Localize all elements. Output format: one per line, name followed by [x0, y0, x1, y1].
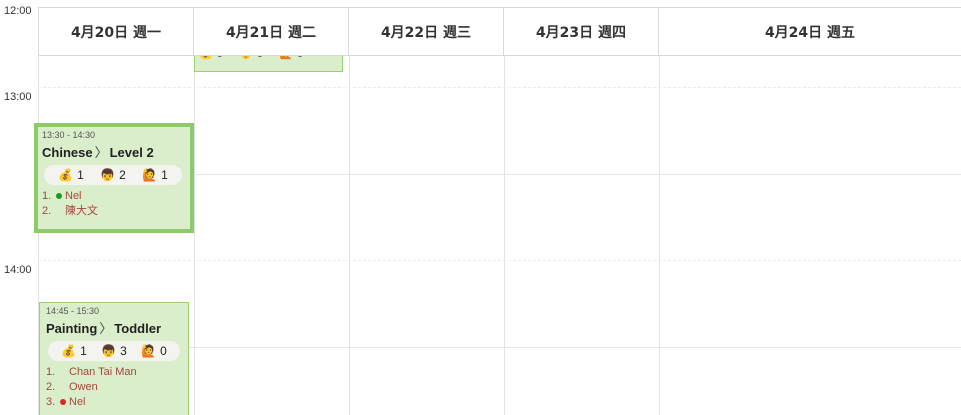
money-icon: 💰	[61, 344, 77, 358]
event-course: Painting	[46, 321, 98, 336]
event-counters: 💰 1 👦 2 🙋 1	[44, 165, 182, 185]
count-kids: 2	[119, 168, 126, 182]
count-hands: 0	[160, 344, 167, 358]
event-level: Toddler	[114, 321, 161, 336]
event-title: Painting 〉 Toddler	[46, 318, 188, 337]
day-header-tue[interactable]: 4月21日 週二	[194, 8, 349, 56]
day-header-wed[interactable]: 4月22日 週三	[349, 8, 504, 56]
attendee-name: Nel	[65, 190, 82, 202]
event-card-partial[interactable]: 💰 0 👦 0 🙋 0	[194, 56, 343, 72]
event-counters: 💰 1 👦 3 🙋 0	[48, 341, 180, 361]
attendee-name: Nel	[69, 396, 86, 408]
raised-hand-icon: 🙋	[141, 344, 157, 358]
attendee-name: Chan Tai Man	[69, 366, 137, 378]
status-dot-green	[56, 193, 62, 200]
time-gutter: 12:00 13:00 14:00	[0, 0, 38, 415]
day-header-mon[interactable]: 4月20日 週一	[38, 8, 194, 56]
count-kids: 3	[120, 344, 127, 358]
attendee-row[interactable]: 1. Nel	[42, 189, 190, 204]
event-level: Level 2	[109, 145, 154, 160]
count-money: 1	[80, 344, 87, 358]
day-header-thu[interactable]: 4月23日 週四	[504, 8, 659, 56]
event-card-painting[interactable]: 14:45 - 15:30 Painting 〉 Toddler 💰 1 👦 3 🙋 0 …	[39, 302, 189, 415]
event-time: 14:45 - 15:30	[46, 306, 100, 316]
attendee-row[interactable]: 3. Nel	[46, 395, 188, 410]
time-label-12: 12:00	[4, 5, 32, 17]
attendee-row[interactable]: 2. 陳大文	[42, 204, 190, 219]
event-separator: 〉	[99, 321, 113, 336]
raised-hand-icon: 🙋	[279, 56, 293, 60]
partial-count-money: 0	[216, 56, 223, 60]
attendee-row[interactable]: 1. Chan Tai Man	[46, 365, 188, 380]
money-icon: 💰	[199, 56, 213, 60]
event-title: Chinese 〉 Level 2	[42, 142, 190, 161]
event-course: Chinese	[42, 145, 93, 160]
attendee-name: Owen	[69, 381, 98, 393]
kid-icon: 👦	[101, 344, 117, 358]
event-separator: 〉	[94, 145, 108, 160]
raised-hand-icon: 🙋	[142, 168, 158, 182]
time-label-13: 13:00	[4, 91, 32, 103]
kid-icon: 👦	[239, 56, 253, 60]
partial-count-hands: 0	[297, 56, 304, 60]
kid-icon: 👦	[100, 168, 116, 182]
count-money: 1	[77, 168, 84, 182]
attendee-name: 陳大文	[65, 205, 98, 217]
count-hands: 1	[161, 168, 168, 182]
money-icon: 💰	[58, 168, 74, 182]
attendee-row[interactable]: 2. Owen	[46, 380, 188, 395]
day-header-fri[interactable]: 4月24日 週五	[659, 8, 961, 56]
status-dot-red	[60, 399, 66, 406]
week-header: 4月20日 週一 4月21日 週二 4月22日 週三 4月23日 週四 4月24…	[38, 7, 961, 56]
event-card-chinese[interactable]: 13:30 - 14:30 Chinese 〉 Level 2 💰 1 👦 2 🙋 1 1…	[34, 123, 194, 233]
partial-count-kids: 0	[256, 56, 263, 60]
event-time: 13:30 - 14:30	[42, 130, 96, 140]
time-label-14: 14:00	[4, 264, 32, 276]
